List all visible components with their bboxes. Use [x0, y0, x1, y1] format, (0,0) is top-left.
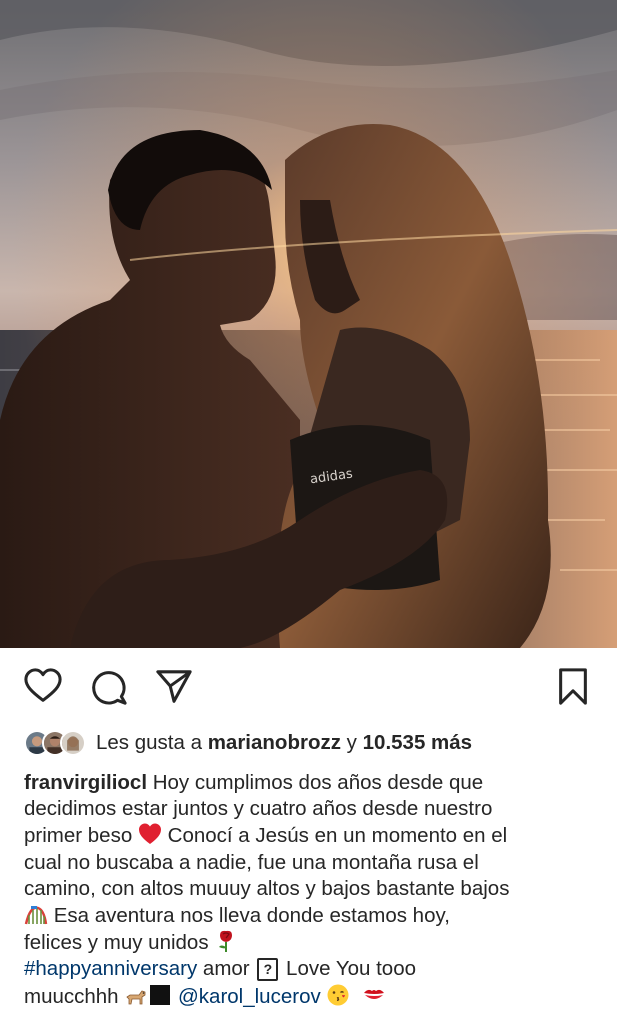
avatar[interactable] — [60, 730, 86, 756]
kiss-mark-icon — [362, 983, 386, 1007]
rose-icon — [214, 929, 238, 953]
roller-coaster-icon — [24, 902, 48, 926]
caption-text: decidimos estar juntos y cuatro años des… — [24, 797, 493, 821]
author-username[interactable]: franvirgiliocl — [24, 771, 147, 794]
post-caption: franvirgiliocl Hoy cumplimos dos años de… — [24, 770, 599, 1010]
caption-text: Love You tooo — [280, 957, 417, 981]
caption-text: primer beso — [24, 824, 138, 848]
save-button[interactable] — [551, 665, 595, 709]
hashtag-link[interactable]: #happyanniversary — [24, 957, 197, 980]
kissing-face-icon — [326, 983, 350, 1007]
post-photo-image: adidas — [0, 0, 617, 648]
likes-count[interactable]: 10.535 más — [363, 731, 472, 755]
heart-icon — [24, 668, 62, 702]
comment-button[interactable] — [87, 665, 131, 709]
bookmark-icon — [559, 668, 587, 705]
caption-text: felices y muy unidos — [24, 931, 215, 955]
paper-plane-icon — [156, 670, 192, 703]
like-button[interactable] — [21, 665, 65, 709]
caption-text: amor — [197, 957, 256, 981]
caption-text: Conocí a Jesús en un momento en el — [161, 824, 508, 848]
caption-text: muucchhh — [24, 984, 125, 1008]
liker-avatars[interactable] — [24, 730, 86, 756]
likes-row[interactable]: Les gusta a marianobrozz y 10.535 más — [24, 726, 472, 760]
caption-text: Esa aventura nos lleva donde estamos hoy… — [48, 904, 450, 928]
comment-icon — [92, 671, 127, 705]
likes-and: y — [340, 731, 363, 754]
caption-text: camino, con altos muuuy altos y bajos ba… — [24, 876, 510, 900]
caption-text: cual no buscaba a nadie, fue una montaña… — [24, 850, 479, 874]
likes-prefix: Les gusta a — [96, 731, 208, 754]
liker-username[interactable]: marianobrozz — [208, 731, 341, 755]
unknown-glyph-box: ? — [257, 958, 279, 982]
post-action-bar — [0, 648, 617, 726]
dog-icon — [124, 983, 148, 1007]
red-heart-icon — [138, 822, 162, 846]
post-photo[interactable]: adidas — [0, 0, 617, 648]
share-button[interactable] — [152, 665, 196, 709]
mention-link[interactable]: @karol_lucerov — [178, 985, 321, 1008]
caption-text: Hoy cumplimos dos años desde que — [147, 771, 484, 794]
black-square-icon — [148, 983, 172, 1007]
